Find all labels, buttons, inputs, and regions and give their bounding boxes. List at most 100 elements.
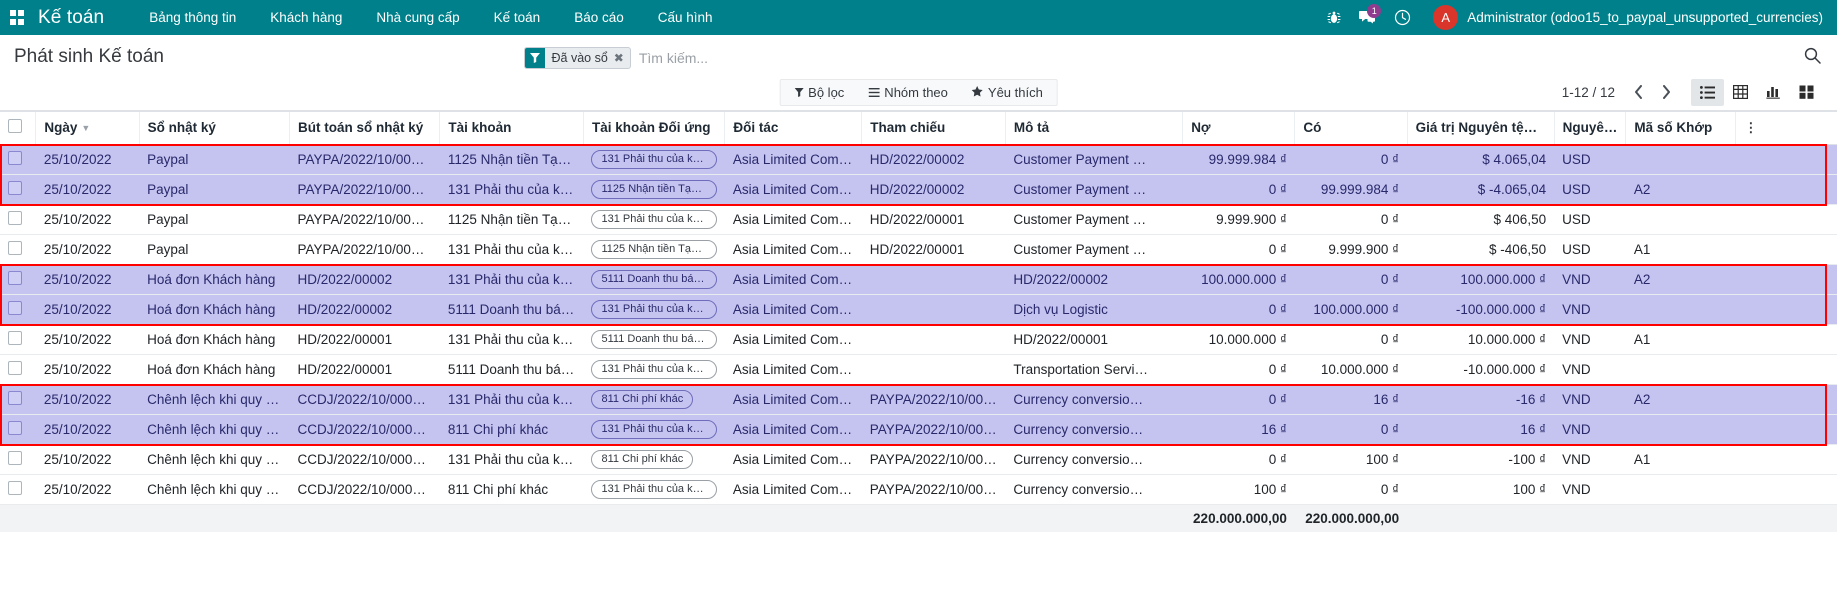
row-checkbox[interactable] (8, 421, 22, 435)
cell-date: 25/10/2022 (36, 475, 139, 505)
row-select-cell[interactable] (0, 175, 36, 205)
cell-counter-account: 131 Phải thu của khá… (583, 415, 724, 445)
row-checkbox[interactable] (8, 361, 22, 375)
list-view-container: Ngày▼ Sổ nhật ký Bút toán sổ nhật ký Tài… (0, 111, 1837, 610)
row-select-cell[interactable] (0, 235, 36, 265)
table-row[interactable]: 25/10/2022Hoá đơn Khách hàngHD/2022/0000… (0, 325, 1837, 355)
col-header-credit[interactable]: Có (1295, 112, 1407, 145)
menu-item-dashboard[interactable]: Bảng thông tin (132, 0, 253, 35)
table-row[interactable]: 25/10/2022Chênh lệch khi quy …CCDJ/2022/… (0, 475, 1837, 505)
row-select-cell[interactable] (0, 145, 36, 175)
row-checkbox[interactable] (8, 241, 22, 255)
vertical-dots-icon[interactable]: ⋮ (1744, 120, 1757, 135)
table-row[interactable]: 25/10/2022PaypalPAYPA/2022/10/00…131 Phả… (0, 235, 1837, 265)
cell-matching-number: A1 (1626, 235, 1736, 265)
row-select-cell[interactable] (0, 355, 36, 385)
row-checkbox[interactable] (8, 181, 22, 195)
menu-item-configuration[interactable]: Cấu hình (641, 0, 730, 35)
row-checkbox[interactable] (8, 271, 22, 285)
row-select-cell[interactable] (0, 265, 36, 295)
row-select-cell[interactable] (0, 445, 36, 475)
cell-currency: VND (1554, 325, 1626, 355)
cell-credit: 0 ₫ (1295, 265, 1407, 295)
row-select-cell[interactable] (0, 325, 36, 355)
table-row[interactable]: 25/10/2022PaypalPAYPA/2022/10/00…131 Phả… (0, 175, 1837, 205)
messages-icon[interactable]: 1 (1351, 0, 1385, 35)
search-facet-posted[interactable]: Đã vào sổ ✖ (524, 47, 631, 69)
cell-matching-number: A2 (1626, 265, 1736, 295)
menu-item-reporting[interactable]: Báo cáo (557, 0, 641, 35)
group-by-button[interactable]: Nhóm theo (856, 80, 960, 105)
cell-journal-entry: PAYPA/2022/10/00… (290, 145, 440, 175)
app-brand-title[interactable]: Kế toán (34, 7, 132, 29)
col-header-debit[interactable]: Nợ (1183, 112, 1295, 145)
col-header-matching-number[interactable]: Mã số Khớp (1626, 112, 1736, 145)
menu-item-customers[interactable]: Khách hàng (253, 0, 359, 35)
cell-matching-number (1626, 205, 1736, 235)
col-header-account[interactable]: Tài khoản (440, 112, 584, 145)
table-icon[interactable] (1724, 79, 1757, 106)
col-header-counter-account[interactable]: Tài khoản Đối ứng (583, 112, 724, 145)
cell-counter-account: 131 Phải thu của khá… (583, 475, 724, 505)
row-select-cell[interactable] (0, 205, 36, 235)
row-select-cell[interactable] (0, 295, 36, 325)
bug-icon[interactable] (1317, 0, 1351, 35)
menu-item-accounting[interactable]: Kế toán (477, 0, 558, 35)
chevron-right-icon[interactable] (1655, 80, 1677, 104)
chevron-left-icon[interactable] (1627, 80, 1649, 104)
table-row[interactable]: 25/10/2022Chênh lệch khi quy …CCDJ/2022/… (0, 385, 1837, 415)
col-header-journal[interactable]: Sổ nhật ký (139, 112, 289, 145)
cell-partner: Asia Limited Compa… (725, 175, 862, 205)
row-checkbox[interactable] (8, 331, 22, 345)
search-icon[interactable] (1804, 47, 1821, 69)
row-select-cell[interactable] (0, 415, 36, 445)
menu-item-vendors[interactable]: Nhà cung cấp (359, 0, 476, 35)
counter-account-tag: 1125 Nhận tiền Tạm … (591, 180, 716, 199)
bar-chart-icon[interactable] (1757, 79, 1790, 106)
row-checkbox[interactable] (8, 151, 22, 165)
list-icon[interactable] (1691, 79, 1724, 106)
select-all-header[interactable] (0, 112, 36, 145)
table-row[interactable]: 25/10/2022Chênh lệch khi quy …CCDJ/2022/… (0, 445, 1837, 475)
cell-description: Currency conversio… (1005, 385, 1182, 415)
row-checkbox[interactable] (8, 211, 22, 225)
col-header-date[interactable]: Ngày▼ (36, 112, 139, 145)
row-checkbox[interactable] (8, 391, 22, 405)
table-row[interactable]: 25/10/2022Hoá đơn Khách hàngHD/2022/0000… (0, 355, 1837, 385)
apps-grid-icon[interactable] (0, 0, 34, 35)
col-header-reference[interactable]: Tham chiếu (862, 112, 1006, 145)
counter-account-tag: 131 Phải thu của khá… (591, 210, 716, 229)
table-row[interactable]: 25/10/2022Hoá đơn Khách hàngHD/2022/0000… (0, 295, 1837, 325)
user-menu[interactable]: A Administrator (odoo15_to_paypal_unsupp… (1419, 5, 1823, 30)
col-header-partner[interactable]: Đối tác (725, 112, 862, 145)
cell-currency: USD (1554, 205, 1626, 235)
table-row[interactable]: 25/10/2022Chênh lệch khi quy …CCDJ/2022/… (0, 415, 1837, 445)
cell-counter-account: 811 Chi phí khác (583, 385, 724, 415)
cell-credit: 0 ₫ (1295, 415, 1407, 445)
row-select-cell[interactable] (0, 475, 36, 505)
table-row[interactable]: 25/10/2022PaypalPAYPA/2022/10/00…1125 Nh… (0, 205, 1837, 235)
filters-button[interactable]: Bộ lọc (782, 80, 856, 105)
col-header-journal-entry[interactable]: Bút toán sổ nhật ký (290, 112, 440, 145)
select-all-checkbox[interactable] (8, 119, 22, 133)
cell-journal: Paypal (139, 175, 289, 205)
cell-account: 811 Chi phí khác (440, 415, 584, 445)
col-header-amount-currency[interactable]: Giá trị Nguyên tệ… (1407, 112, 1554, 145)
favorites-button[interactable]: Yêu thích (960, 80, 1055, 105)
cell-debit: 0 ₫ (1183, 445, 1295, 475)
search-input[interactable] (631, 49, 1314, 67)
row-checkbox[interactable] (8, 451, 22, 465)
col-header-description[interactable]: Mô tả (1005, 112, 1182, 145)
row-select-cell[interactable] (0, 385, 36, 415)
close-icon[interactable]: ✖ (614, 51, 624, 65)
row-checkbox[interactable] (8, 481, 22, 495)
row-checkbox[interactable] (8, 301, 22, 315)
clock-icon[interactable] (1385, 0, 1419, 35)
kanban-icon[interactable] (1790, 79, 1823, 106)
optional-columns-toggle[interactable]: ⋮ (1736, 112, 1837, 145)
table-row[interactable]: 25/10/2022Hoá đơn Khách hàngHD/2022/0000… (0, 265, 1837, 295)
table-row[interactable]: 25/10/2022PaypalPAYPA/2022/10/00…1125 Nh… (0, 145, 1837, 175)
cell-journal: Hoá đơn Khách hàng (139, 265, 289, 295)
col-header-currency[interactable]: Nguyên tệ (1554, 112, 1626, 145)
breadcrumb[interactable]: Phát sinh Kế toán (0, 43, 164, 71)
